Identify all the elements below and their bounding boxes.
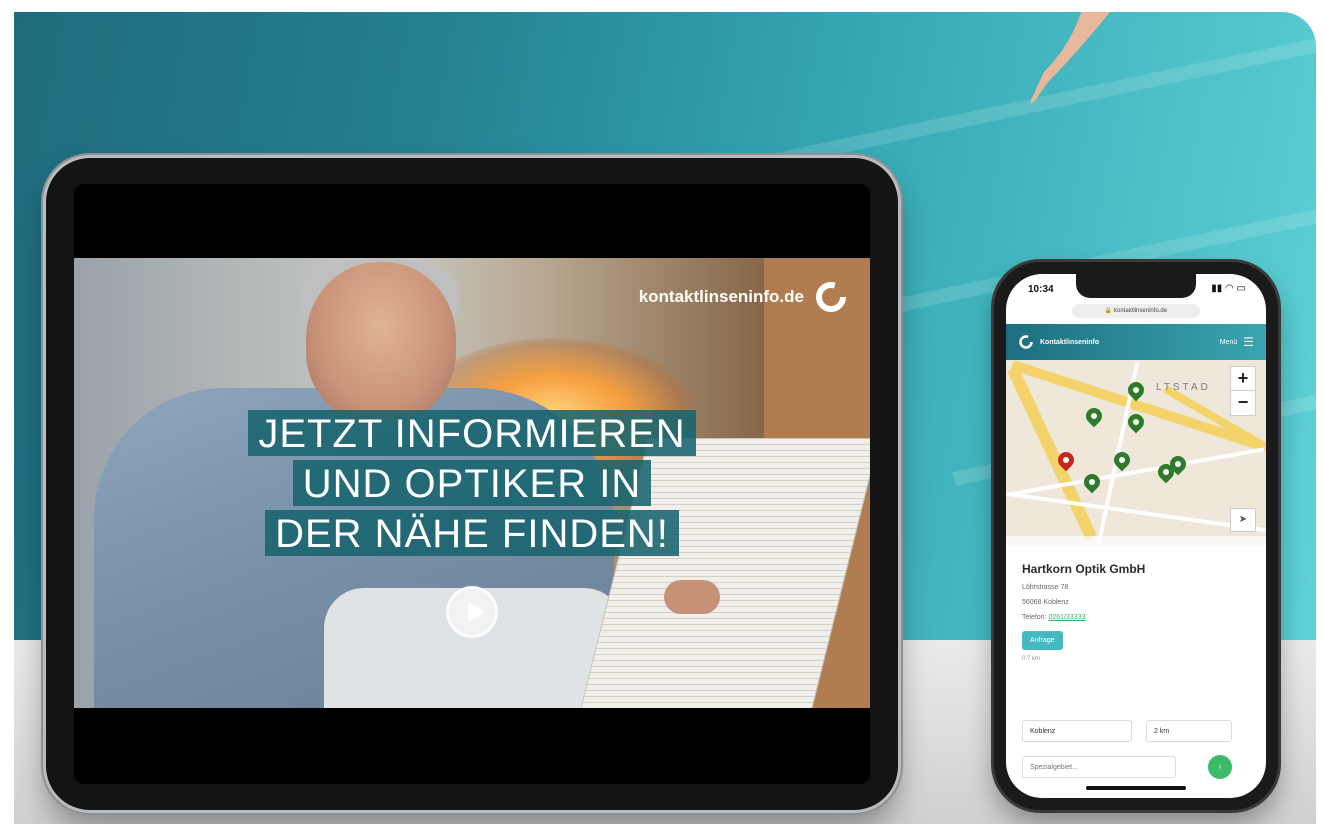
phone-notch: [1076, 274, 1196, 298]
phone-label: Telefon:: [1022, 614, 1047, 621]
city-input[interactable]: Koblenz: [1022, 720, 1132, 742]
brand-logo-block: kontaktlinseninfo.de: [639, 280, 848, 314]
menu-label[interactable]: Menü: [1220, 339, 1238, 346]
optician-name: Hartkorn Optik GmbH: [1022, 562, 1146, 576]
video-headline: JETZT INFORMIEREN UND OPTIKER IN DER NÄH…: [74, 408, 870, 558]
hamburger-icon[interactable]: ☰: [1243, 336, 1254, 348]
map-attribution: [1006, 536, 1266, 546]
optician-map[interactable]: LTSTAD + − ➤: [1006, 360, 1266, 546]
headline-line-1: JETZT INFORMIEREN: [248, 410, 696, 456]
map-pin[interactable]: [1080, 470, 1104, 494]
app-header: Kontaktlinseninfo Menü ☰: [1006, 324, 1266, 360]
phone-device: 10:34 ▮▮ ◠ ▭ 🔒 kontaktlinseninfo.de Kont…: [994, 262, 1278, 810]
app-logo-icon: [1019, 335, 1033, 349]
video-player[interactable]: kontaktlinseninfo.de JETZT INFORMIEREN U…: [74, 258, 870, 708]
arm-graphic: [1030, 12, 1110, 104]
optician-street: Löhrstrasse 78: [1022, 584, 1069, 591]
status-time: 10:34: [1028, 284, 1054, 295]
hero-scene: kontaktlinseninfo.de JETZT INFORMIEREN U…: [14, 12, 1316, 824]
inquiry-button[interactable]: Anfrage: [1022, 631, 1063, 650]
distance-label: 0.7 km: [1022, 656, 1041, 662]
result-card: Hartkorn Optik GmbH Löhrstrasse 78 56068…: [1022, 562, 1250, 662]
url-bar[interactable]: 🔒 kontaktlinseninfo.de: [1072, 304, 1200, 318]
map-district-label: LTSTAD: [1156, 382, 1211, 393]
app-title: Kontaktlinseninfo: [1040, 338, 1100, 346]
man-hand: [664, 580, 720, 614]
zoom-out-button[interactable]: −: [1230, 390, 1256, 416]
signal-battery-icon: ▮▮ ◠ ▭: [1211, 283, 1246, 294]
headline-line-2: UND OPTIKER IN: [292, 460, 652, 506]
play-button[interactable]: [446, 586, 498, 638]
phone-screen: 10:34 ▮▮ ◠ ▭ 🔒 kontaktlinseninfo.de Kont…: [1006, 274, 1266, 798]
headline-line-3: DER NÄHE FINDEN!: [265, 510, 679, 556]
home-indicator: [1086, 786, 1186, 790]
optician-city: 56068 Koblenz: [1022, 599, 1069, 606]
arrow-right-icon: ›: [1218, 762, 1222, 771]
url-text: kontaktlinseninfo.de: [1114, 308, 1168, 314]
phone-link[interactable]: 0261/33333: [1048, 614, 1085, 621]
map-pin[interactable]: [1082, 404, 1106, 428]
optician-phone-row: Telefon: 0261/33333: [1022, 614, 1250, 621]
tablet-device: kontaktlinseninfo.de JETZT INFORMIEREN U…: [46, 158, 898, 810]
brand-name: kontaktlinseninfo.de: [638, 287, 804, 306]
brand-ring-icon: [816, 282, 846, 312]
locate-icon[interactable]: ➤: [1230, 508, 1256, 532]
zoom-in-button[interactable]: +: [1230, 366, 1256, 392]
lock-icon: 🔒: [1104, 308, 1113, 314]
man-head: [306, 262, 456, 422]
radius-select[interactable]: 2 km: [1146, 720, 1232, 742]
search-button[interactable]: ›: [1208, 755, 1232, 779]
tablet-screen: kontaktlinseninfo.de JETZT INFORMIEREN U…: [74, 184, 870, 784]
specialty-input[interactable]: Spezialgebiet...: [1022, 756, 1176, 778]
